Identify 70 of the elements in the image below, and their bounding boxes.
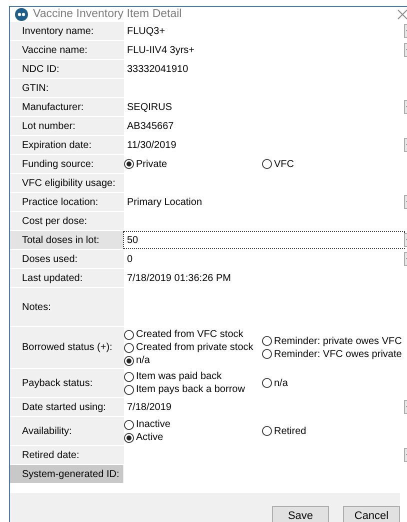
dropdown-field[interactable]: 7/18/2019 bbox=[123, 398, 405, 416]
field-value: AB345667 bbox=[127, 120, 174, 132]
radio-label: Active bbox=[136, 432, 164, 443]
field-label: Manufacturer: bbox=[22, 102, 84, 112]
field-label: Cost per dose: bbox=[22, 216, 88, 226]
field-label: System-generated ID: bbox=[22, 468, 120, 480]
field-label: NDC ID: bbox=[22, 64, 60, 74]
dropdown-field[interactable]: 50 bbox=[123, 231, 405, 249]
radio-label: n/a bbox=[136, 355, 150, 366]
field-label: Notes: bbox=[22, 302, 51, 312]
radio-label: Reminder: VFC owes private bbox=[274, 348, 402, 360]
radio-label: Inactive bbox=[136, 419, 170, 430]
dialog-button[interactable]: Save bbox=[272, 506, 329, 522]
field-label: VFC eligibility usage: bbox=[22, 178, 116, 188]
radio-label: Item was paid back bbox=[136, 371, 222, 382]
radio-label: Created from VFC stock bbox=[136, 329, 244, 340]
dropdown-field[interactable]: Primary Location bbox=[123, 193, 405, 211]
radio-label: Reminder: private owes VFC bbox=[274, 336, 402, 346]
field-label: Last updated: bbox=[22, 272, 83, 284]
radio-label: Created from private stock bbox=[136, 342, 254, 353]
field-value: FLUQ3+ bbox=[127, 26, 166, 36]
dropdown-field[interactable]: 0 bbox=[123, 250, 405, 268]
field-label: GTIN: bbox=[22, 82, 49, 94]
field-value: Primary Location bbox=[127, 196, 202, 208]
radio-button[interactable] bbox=[262, 378, 272, 388]
radio-button[interactable] bbox=[124, 432, 134, 442]
radio-label: Item pays back a borrow bbox=[136, 384, 245, 395]
radio-label: Retired bbox=[274, 426, 306, 436]
close-icon[interactable] bbox=[397, 8, 407, 20]
window-title: Vaccine Inventory Item Detail bbox=[33, 8, 183, 20]
field-label: Doses used: bbox=[22, 254, 78, 264]
field-label: Vaccine name: bbox=[22, 44, 88, 56]
radio-button[interactable] bbox=[124, 330, 134, 340]
field-label: Total doses in lot: bbox=[22, 234, 100, 246]
field-label: Retired date: bbox=[22, 450, 80, 460]
field-label: Borrowed status (+): bbox=[22, 342, 112, 353]
radio-button[interactable] bbox=[124, 372, 134, 382]
dropdown-field[interactable]: FLUQ3+ bbox=[123, 22, 405, 40]
field-value: FLU-IIV4 3yrs+ bbox=[127, 44, 195, 56]
field-value: 0 bbox=[127, 254, 133, 264]
field-label: Inventory name: bbox=[22, 26, 94, 36]
field-value: 50 bbox=[127, 234, 138, 246]
radio-label: Private bbox=[136, 158, 168, 170]
field-label: Expiration date: bbox=[22, 140, 92, 150]
field-value: 33332041910 bbox=[127, 64, 188, 74]
radio-button[interactable] bbox=[124, 159, 134, 169]
radio-button[interactable] bbox=[262, 426, 272, 436]
radio-button[interactable] bbox=[262, 336, 272, 346]
field-value: SEQIRUS bbox=[127, 102, 172, 112]
radio-button[interactable] bbox=[262, 349, 272, 359]
radio-button[interactable] bbox=[124, 420, 134, 430]
radio-label: n/a bbox=[274, 378, 288, 388]
field-label: Payback status: bbox=[22, 378, 93, 388]
radio-button[interactable] bbox=[124, 384, 134, 394]
field-value: 7/18/2019 bbox=[127, 402, 172, 412]
field-value: 7/18/2019 01:36:26 PM bbox=[127, 272, 231, 284]
dialog-button[interactable]: Cancel bbox=[343, 506, 400, 522]
radio-button[interactable] bbox=[262, 159, 272, 169]
radio-label: VFC bbox=[274, 158, 294, 170]
field-label: Funding source: bbox=[22, 158, 94, 170]
dropdown-field[interactable]: SEQIRUS bbox=[123, 98, 405, 116]
dropdown-field[interactable]: FLU-IIV4 3yrs+ bbox=[123, 41, 405, 59]
field-label: Date started using: bbox=[22, 402, 106, 412]
radio-button[interactable] bbox=[124, 356, 134, 366]
field-value: 11/30/2019 bbox=[127, 140, 176, 150]
dropdown-field[interactable]: 11/30/2019 bbox=[123, 136, 405, 154]
field-label: Lot number: bbox=[22, 120, 76, 132]
field-label: Availability: bbox=[22, 426, 72, 436]
radio-button[interactable] bbox=[124, 342, 134, 352]
field-label: Practice location: bbox=[22, 196, 98, 208]
